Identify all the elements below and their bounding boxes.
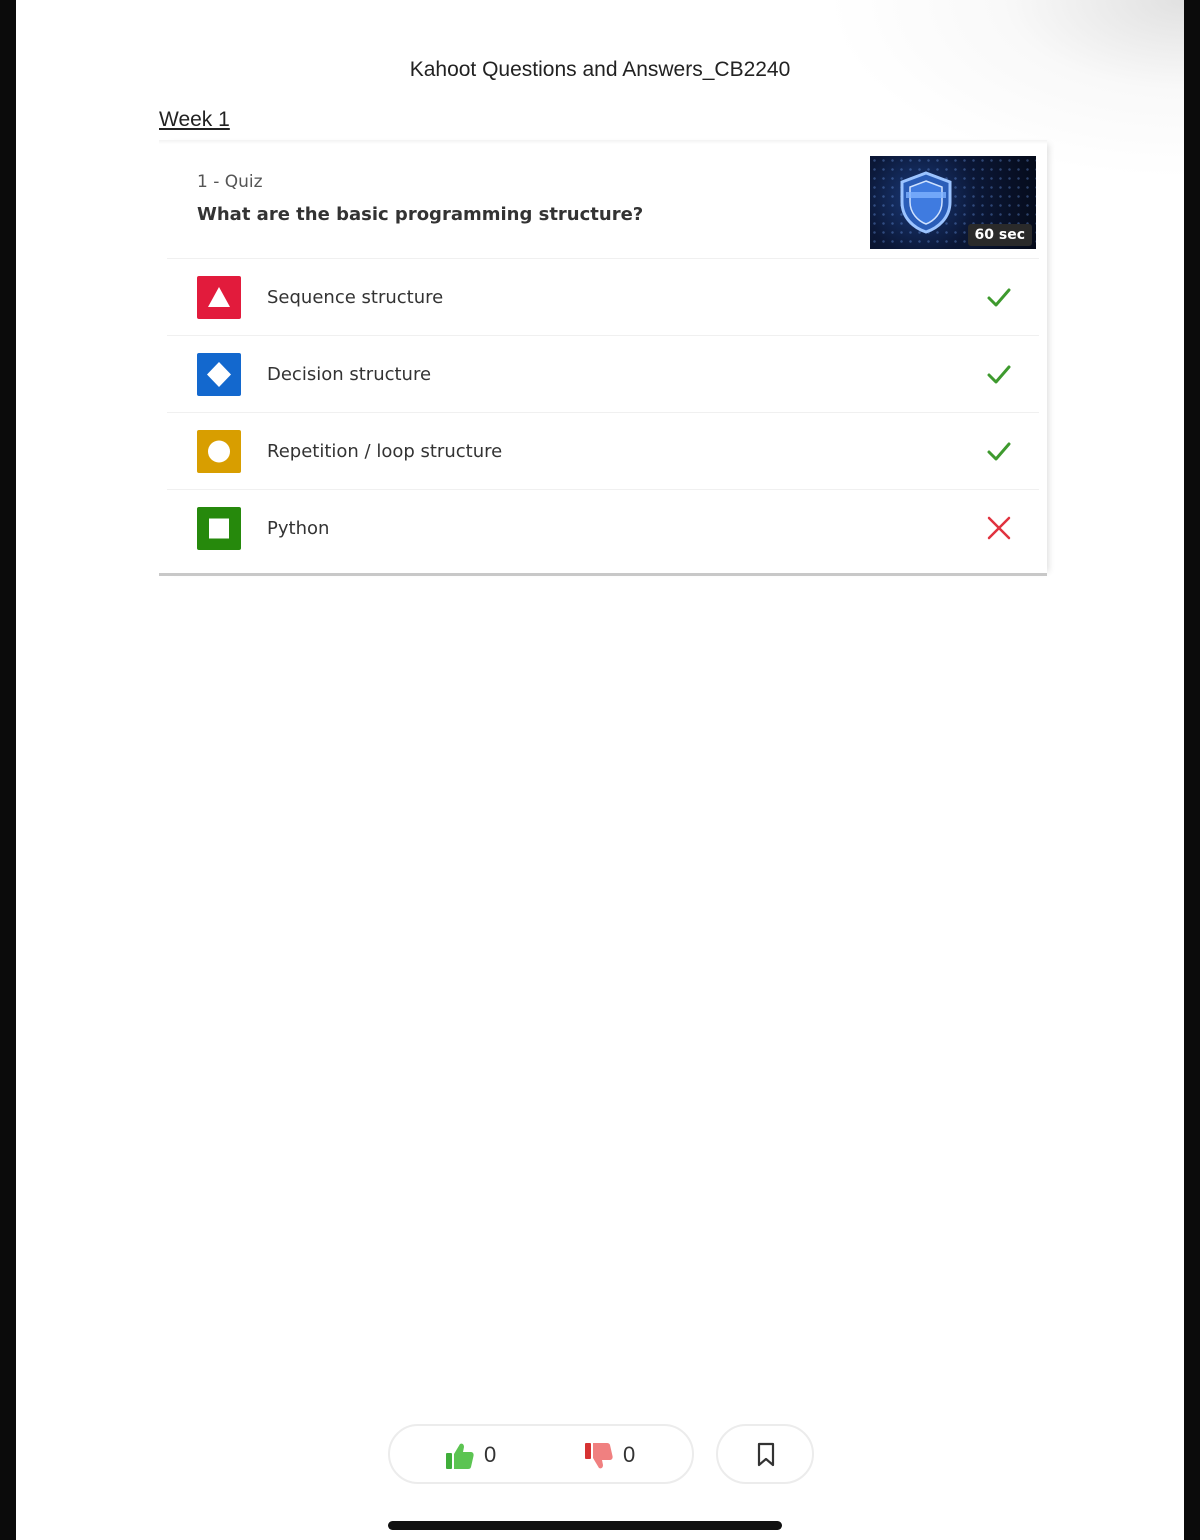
shield-icon (900, 171, 952, 234)
correct-check-icon (987, 442, 1011, 461)
home-indicator[interactable] (388, 1521, 782, 1530)
time-limit-badge: 60 sec (967, 224, 1032, 246)
document-title: Kahoot Questions and Answers_CB2240 (409, 58, 791, 81)
thumbs-down-icon (585, 1443, 613, 1469)
answer-row: Decision structure (167, 335, 1039, 412)
section-heading: Week 1 (159, 108, 230, 131)
incorrect-cross-icon (987, 516, 1011, 540)
question-card: 1 - Quiz What are the basic programming … (159, 140, 1047, 576)
dislike-count: 0 (623, 1442, 636, 1467)
answer-row: Sequence structure (167, 258, 1039, 335)
correct-check-icon (987, 288, 1011, 307)
correct-check-icon (987, 365, 1011, 384)
like-button[interactable]: 0 (444, 1440, 496, 1472)
bookmark-icon (757, 1442, 775, 1467)
triangle-icon (197, 276, 241, 319)
answer-row: Python (167, 489, 1039, 566)
question-label: 1 - Quiz (197, 172, 263, 192)
circle-icon (197, 430, 241, 473)
answer-text: Repetition / loop structure (267, 441, 503, 462)
dislike-button[interactable]: 0 (583, 1440, 635, 1472)
like-count: 0 (484, 1442, 497, 1467)
bookmark-button[interactable] (716, 1424, 814, 1484)
answer-list: Sequence structure Decision structure Re… (167, 258, 1039, 566)
answer-text: Python (267, 518, 330, 539)
answer-row: Repetition / loop structure (167, 412, 1039, 489)
question-text: What are the basic programming structure… (197, 204, 644, 225)
diamond-icon (197, 353, 241, 396)
reaction-bar: 0 0 (388, 1424, 694, 1484)
thumbs-up-icon (446, 1443, 474, 1469)
answer-text: Decision structure (267, 364, 432, 385)
question-image: 60 sec (870, 156, 1036, 249)
square-icon (197, 507, 241, 550)
document-page: Kahoot Questions and Answers_CB2240 Week… (16, 0, 1184, 1540)
answer-text: Sequence structure (267, 287, 444, 308)
